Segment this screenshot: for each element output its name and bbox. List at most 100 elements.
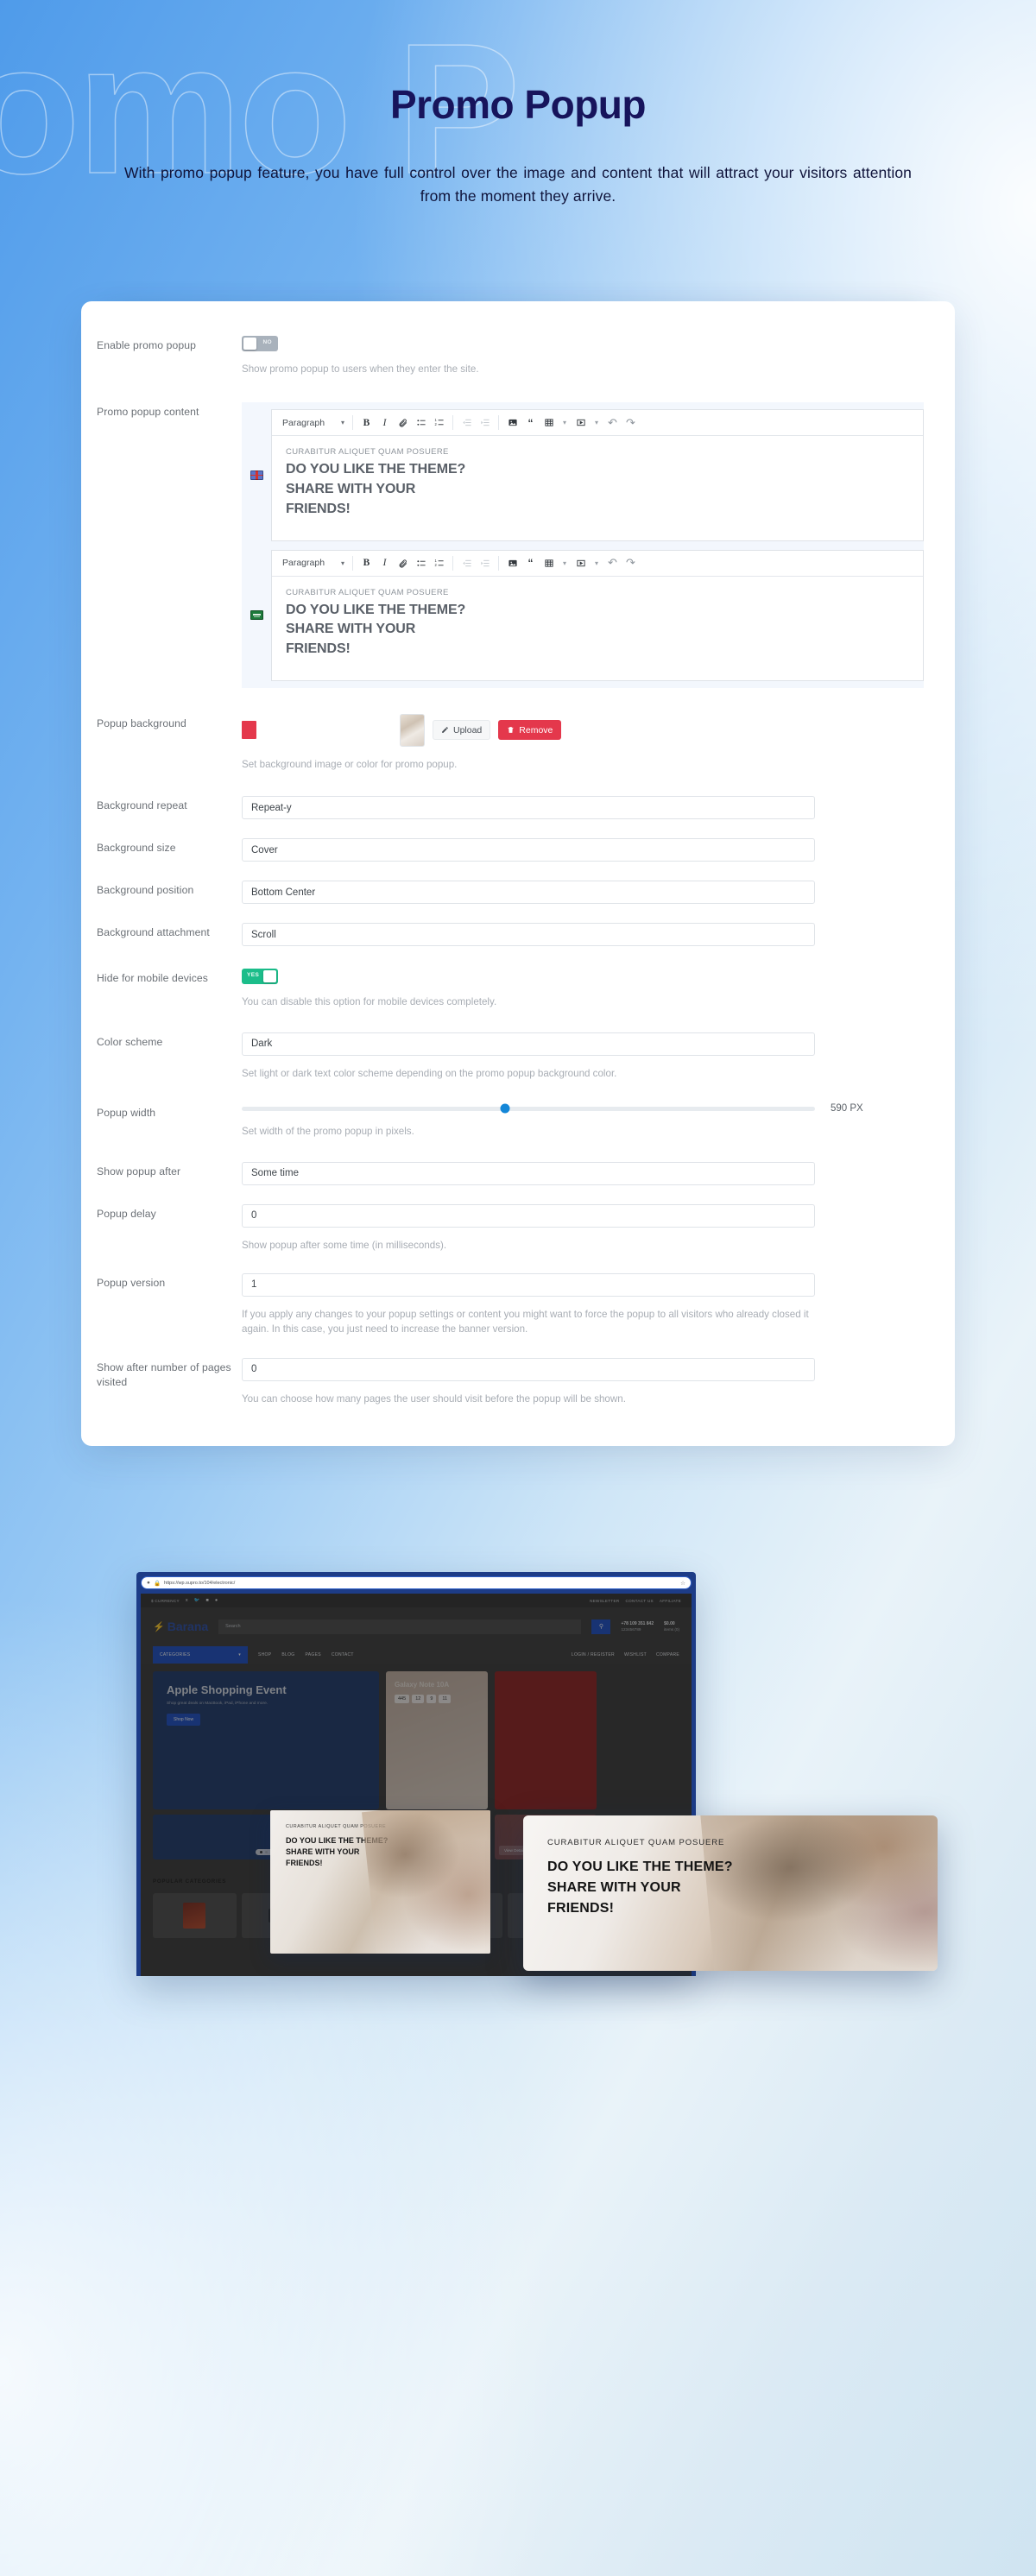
background-image-thumbnail[interactable] xyxy=(400,713,425,747)
table-icon[interactable] xyxy=(540,553,558,572)
outdent-icon[interactable] xyxy=(458,553,476,572)
categories-button[interactable]: CATEGORIES ▾ xyxy=(153,1646,248,1664)
promo-popup-preview-large[interactable]: CURABITUR ALIQUET QUAM POSUERE DO YOU LI… xyxy=(523,1815,938,1972)
background-size-select[interactable]: Cover xyxy=(242,838,815,862)
rich-text-editor[interactable]: Paragraph ▾ B I 1 2 “ ▾ ▾ ↶ ↷ CURABITUR … xyxy=(271,409,924,541)
editor-heading-line-1: DO YOU LIKE THE THEME? xyxy=(286,602,466,617)
paragraph-format-select[interactable]: Paragraph ▾ xyxy=(277,410,348,435)
remove-button[interactable]: Remove xyxy=(498,720,562,741)
background-color-swatch[interactable] xyxy=(242,721,256,740)
pages-visited-input[interactable]: 0 xyxy=(242,1357,815,1381)
nav-link-contact[interactable]: CONTACT xyxy=(332,1652,354,1657)
italic-button[interactable]: I xyxy=(376,414,394,432)
editor-language-column xyxy=(242,409,271,540)
contact-us-link[interactable]: CONTACT US xyxy=(625,1599,653,1603)
remove-button-label: Remove xyxy=(519,724,553,736)
promo-card-secondary[interactable] xyxy=(495,1671,597,1810)
bullet-list-icon[interactable] xyxy=(412,414,430,432)
slider-thumb[interactable] xyxy=(500,1103,510,1114)
toolbar-divider xyxy=(452,415,453,431)
helper-popup-version: If you apply any changes to your popup s… xyxy=(242,1308,809,1335)
settings-card: Enable promo popup NO Show promo popup t… xyxy=(81,300,955,1447)
site-logo[interactable]: ⚡ Barana xyxy=(153,1619,208,1633)
promo-card[interactable]: Galaxy Note 10A 445 12 9 11 xyxy=(386,1671,488,1810)
table-chevron-down-icon[interactable]: ▾ xyxy=(558,553,572,572)
image-icon[interactable] xyxy=(503,414,521,432)
image-icon[interactable] xyxy=(503,553,521,572)
row-popup-background: Popup background Upload Remove Set backg… xyxy=(97,713,924,772)
table-icon[interactable] xyxy=(540,414,558,432)
indent-icon[interactable] xyxy=(476,414,494,432)
popup-delay-input[interactable]: 0 xyxy=(242,1203,815,1228)
bold-button[interactable]: B xyxy=(357,414,376,432)
brand-name: Barana xyxy=(167,1619,209,1634)
site-search-input[interactable]: Search xyxy=(218,1619,582,1634)
affiliate-link[interactable]: AFFILIATE xyxy=(660,1599,681,1603)
editor-toolbar: Paragraph ▾ B I 1 2 “ ▾ ▾ ↶ ↷ xyxy=(272,551,923,577)
compare-link[interactable]: COMPARE xyxy=(656,1652,679,1657)
rich-text-editor[interactable]: Paragraph ▾ B I 1 2 “ ▾ ▾ ↶ ↷ CURABITUR … xyxy=(271,549,924,681)
editor-block: Paragraph ▾ B I 1 2 “ ▾ ▾ ↶ ↷ CURABITUR … xyxy=(242,549,924,681)
indent-icon[interactable] xyxy=(476,553,494,572)
label-background-position: Background position xyxy=(97,884,194,897)
upload-button[interactable]: Upload xyxy=(433,720,491,741)
undo-icon[interactable]: ↶ xyxy=(603,414,622,432)
nav-link-shop[interactable]: SHOP xyxy=(258,1652,271,1657)
popup-delay-value: 0 xyxy=(251,1210,257,1222)
url-text: https://wp.supro.to/104/electronic/ xyxy=(164,1580,236,1586)
browser-url-bar[interactable]: ● 🔒 https://wp.supro.to/104/electronic/ … xyxy=(141,1576,692,1590)
category-tile[interactable] xyxy=(153,1893,237,1939)
login-register-link[interactable]: LOGIN / REGISTER xyxy=(572,1652,615,1657)
newsletter-link[interactable]: NEWSLETTER xyxy=(590,1599,619,1603)
media-icon[interactable] xyxy=(572,414,590,432)
shop-now-button[interactable]: Shop Now xyxy=(167,1714,201,1727)
redo-icon[interactable]: ↷ xyxy=(622,414,640,432)
cart-block[interactable]: $0.00 items (0) xyxy=(664,1621,679,1632)
media-chevron-down-icon[interactable]: ▾ xyxy=(590,414,603,432)
numbered-list-icon[interactable]: 12 xyxy=(430,414,448,432)
bookmark-star-icon[interactable]: ☆ xyxy=(680,1580,685,1587)
color-scheme-select[interactable]: Dark xyxy=(242,1032,815,1056)
editor-content-area[interactable]: CURABITUR ALIQUET QUAM POSUERE DO YOU LI… xyxy=(272,577,923,680)
outdent-icon[interactable] xyxy=(458,414,476,432)
nav-link-pages[interactable]: PAGES xyxy=(305,1652,320,1657)
search-icon[interactable]: ⚲ xyxy=(591,1619,611,1634)
media-chevron-down-icon[interactable]: ▾ xyxy=(590,553,603,572)
page-subtitle: With promo popup feature, you have full … xyxy=(124,163,912,205)
row-background-repeat: Background repeat Repeat-y xyxy=(97,796,924,820)
media-icon[interactable] xyxy=(572,553,590,572)
redo-icon[interactable]: ↷ xyxy=(622,553,640,572)
popup-version-input[interactable]: 1 xyxy=(242,1272,815,1297)
background-repeat-select[interactable]: Repeat-y xyxy=(242,796,815,820)
currency-selector[interactable]: $ CURRENCY xyxy=(151,1599,180,1603)
editor-content-area[interactable]: CURABITUR ALIQUET QUAM POSUERE DO YOU LI… xyxy=(272,436,923,540)
site-navbar: CATEGORIES ▾ SHOP BLOG PAGES CONTACT LOG… xyxy=(141,1645,692,1665)
helper-popup-background: Set background image or color for promo … xyxy=(242,758,458,770)
pinterest-icon[interactable]: ● xyxy=(215,1598,218,1603)
twitter-icon[interactable]: 🐦 xyxy=(194,1598,200,1603)
undo-icon[interactable]: ↶ xyxy=(603,553,622,572)
wishlist-link[interactable]: WISHLIST xyxy=(624,1652,647,1657)
table-chevron-down-icon[interactable]: ▾ xyxy=(558,414,572,432)
background-attachment-select[interactable]: Scroll xyxy=(242,923,815,947)
numbered-list-icon[interactable]: 12 xyxy=(430,553,448,572)
show-popup-after-select[interactable]: Some time xyxy=(242,1161,815,1185)
paragraph-format-select[interactable]: Paragraph ▾ xyxy=(277,551,348,576)
hide-for-mobile-toggle[interactable]: YES xyxy=(242,969,278,985)
enable-promo-popup-toggle[interactable]: NO xyxy=(242,335,278,351)
italic-button[interactable]: I xyxy=(376,553,394,572)
chevron-down-icon: ▾ xyxy=(340,419,344,427)
link-icon[interactable] xyxy=(394,414,412,432)
nav-link-blog[interactable]: BLOG xyxy=(281,1652,294,1657)
bullet-list-icon[interactable] xyxy=(412,553,430,572)
hero-banner[interactable]: Apple Shopping Event Shop great deals on… xyxy=(153,1671,379,1810)
background-position-select[interactable]: Bottom Center xyxy=(242,881,815,905)
promo-popup-preview-small[interactable]: CURABITUR ALIQUET QUAM POSUERE DO YOU LI… xyxy=(270,1810,490,1954)
facebook-icon[interactable]: x xyxy=(186,1598,188,1603)
link-icon[interactable] xyxy=(394,553,412,572)
quote-icon[interactable]: “ xyxy=(521,414,540,432)
instagram-icon[interactable]: ■ xyxy=(205,1598,208,1603)
bold-button[interactable]: B xyxy=(357,553,376,572)
quote-icon[interactable]: “ xyxy=(521,553,540,572)
popup-width-slider[interactable] xyxy=(242,1103,815,1114)
